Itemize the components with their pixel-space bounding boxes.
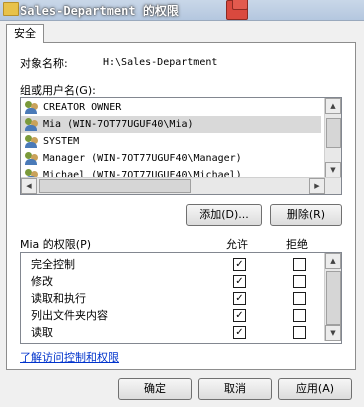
list-item[interactable]: Mia (WIN-7OT77UGUF40\Mia): [21, 116, 321, 133]
hscroll-thumb[interactable]: [39, 179, 191, 193]
perm-scroll-down-icon[interactable]: ▼: [325, 325, 341, 341]
list-item-label: CREATOR OWNER: [43, 102, 122, 113]
permission-row: 列出文件夹内容 ✓: [21, 307, 321, 324]
scroll-right-icon[interactable]: ▶: [309, 178, 325, 194]
window-title: Sales-Department 的权限: [20, 4, 179, 18]
groups-label: 组或用户名(G):: [20, 84, 96, 97]
permissions-listbox: 完全控制 ✓ 修改 ✓ 读取和执行 ✓ 列出文件夹内容 ✓ 读取 ✓ ▲ ▼: [20, 252, 342, 344]
permission-row: 完全控制 ✓: [21, 256, 321, 273]
permission-name: 完全控制: [31, 258, 75, 271]
perm-scroll-thumb[interactable]: [326, 271, 341, 325]
vertical-scrollbar[interactable]: ▲ ▼: [324, 98, 341, 178]
permission-row: 读取和执行 ✓: [21, 290, 321, 307]
user-icon: [25, 118, 39, 131]
ok-button[interactable]: 确定: [118, 378, 192, 400]
allow-checkbox[interactable]: ✓: [233, 326, 246, 339]
cancel-button[interactable]: 取消: [198, 378, 272, 400]
deny-checkbox[interactable]: [293, 275, 306, 288]
allow-column-header: 允许: [226, 238, 248, 251]
group-icon: [25, 135, 39, 148]
deny-column-header: 拒绝: [286, 238, 308, 251]
horizontal-scrollbar[interactable]: ◀ ▶: [21, 177, 341, 194]
permission-name: 读取和执行: [31, 292, 86, 305]
add-button[interactable]: 添加(D)...: [186, 204, 262, 226]
permissions-label: Mia 的权限(P): [20, 238, 92, 251]
group-icon: [25, 101, 39, 114]
list-item[interactable]: Manager (WIN-7OT77UGUF40\Manager): [21, 150, 321, 167]
permission-name: 修改: [31, 275, 53, 288]
title-bar: Sales-Department 的权限: [0, 0, 364, 21]
scroll-down-icon[interactable]: ▼: [325, 162, 341, 178]
allow-checkbox[interactable]: ✓: [233, 292, 246, 305]
permissions-scrollbar[interactable]: ▲ ▼: [324, 253, 341, 341]
allow-checkbox[interactable]: ✓: [233, 258, 246, 271]
allow-checkbox[interactable]: ✓: [233, 309, 246, 322]
object-name-value: H:\Sales-Department: [103, 57, 218, 68]
deny-checkbox[interactable]: [293, 309, 306, 322]
groups-listbox[interactable]: CREATOR OWNER Mia (WIN-7OT77UGUF40\Mia) SY…: [20, 97, 342, 195]
allow-checkbox[interactable]: ✓: [233, 275, 246, 288]
list-item[interactable]: SYSTEM: [21, 133, 321, 150]
list-item[interactable]: CREATOR OWNER: [21, 99, 321, 116]
permission-row: 修改 ✓: [21, 273, 321, 290]
deny-checkbox[interactable]: [293, 258, 306, 271]
list-item-label: Manager (WIN-7OT77UGUF40\Manager): [43, 153, 242, 164]
scroll-left-icon[interactable]: ◀: [21, 178, 37, 194]
permission-row: 读取 ✓: [21, 324, 321, 341]
permission-name: 列出文件夹内容: [31, 309, 108, 322]
remove-button[interactable]: 删除(R): [270, 204, 342, 226]
apply-button[interactable]: 应用(A): [278, 378, 352, 400]
deny-checkbox[interactable]: [293, 292, 306, 305]
user-icon: [25, 152, 39, 165]
folder-icon: [3, 2, 19, 16]
scroll-up-icon[interactable]: ▲: [325, 98, 341, 114]
close-icon: [232, 0, 248, 10]
permission-name: 读取: [31, 326, 53, 339]
tab-security[interactable]: 安全: [6, 24, 44, 43]
help-link[interactable]: 了解访问控制和权限: [20, 349, 119, 365]
list-item-label: SYSTEM: [43, 136, 80, 147]
scroll-thumb[interactable]: [326, 118, 341, 148]
deny-checkbox[interactable]: [293, 326, 306, 339]
perm-scroll-up-icon[interactable]: ▲: [325, 253, 341, 269]
list-item-label: Mia (WIN-7OT77UGUF40\Mia): [43, 119, 194, 130]
object-name-label: 对象名称:: [20, 57, 68, 70]
